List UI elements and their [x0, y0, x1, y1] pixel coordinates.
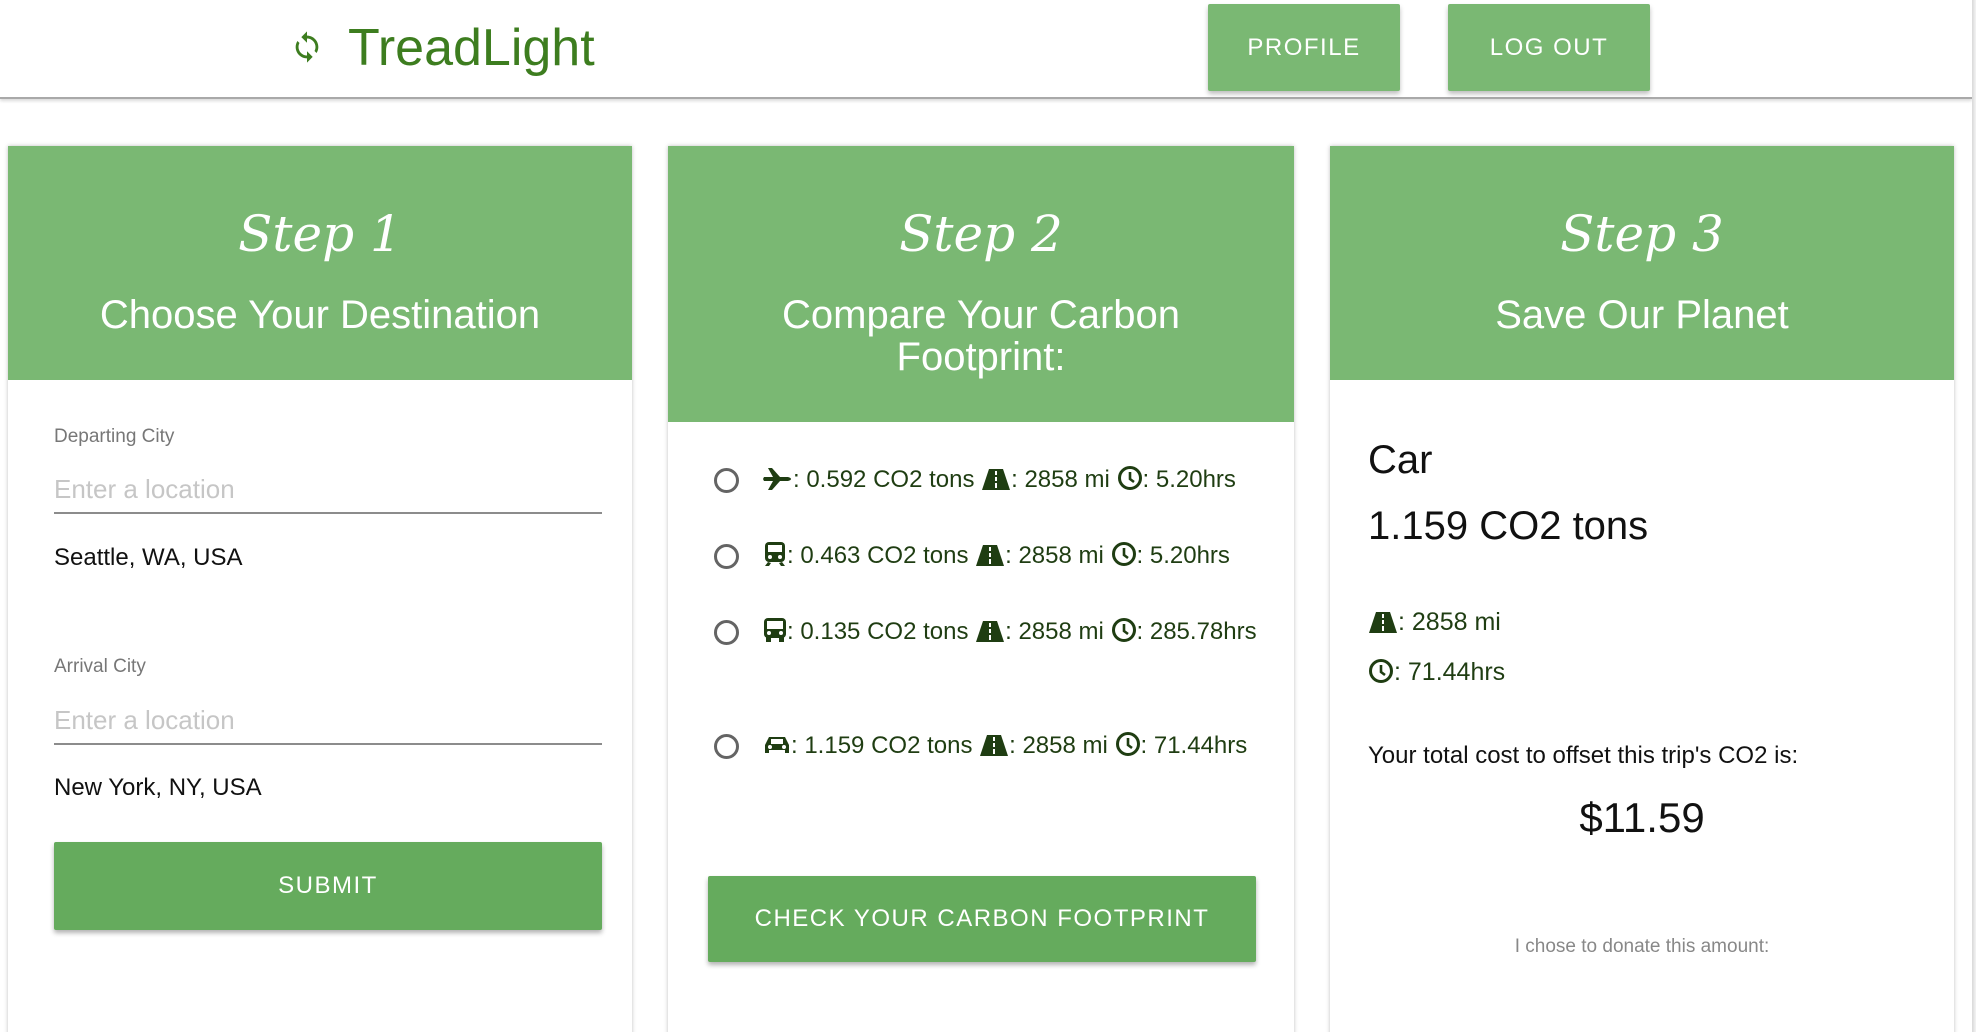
- step1-header: Step 1 Choose Your Destination: [8, 146, 632, 380]
- profile-button[interactable]: PROFILE: [1208, 4, 1400, 91]
- step2-header: Step 2 Compare Your Carbon Footprint:: [668, 146, 1294, 422]
- bus-icon: [764, 618, 786, 642]
- top-navbar: TreadLight PROFILE LOG OUT: [0, 0, 1972, 99]
- step3-card: Step 3 Save Our Planet Car 1.159 CO2 ton…: [1330, 146, 1954, 1032]
- car-time: : 71.44hrs: [1140, 732, 1248, 759]
- step1-number: Step 1: [238, 205, 402, 263]
- clock-icon: [1115, 732, 1140, 756]
- selected-mode: Car: [1368, 438, 1433, 482]
- app-logo-text[interactable]: TreadLight: [348, 18, 595, 78]
- road-icon: [976, 545, 1005, 566]
- step2-card: Step 2 Compare Your Carbon Footprint: : …: [668, 146, 1294, 1032]
- road-icon: [1369, 612, 1397, 633]
- selected-time: : 71.44hrs: [1394, 658, 1506, 686]
- train-co2: : 0.463 CO2 tons: [787, 542, 969, 569]
- arrival-city-label: Arrival City: [54, 656, 146, 677]
- road-icon: [976, 621, 1005, 642]
- option-car-text: : 1.159 CO2 tons : 2858 mi : 71.44hrs: [763, 726, 1266, 766]
- step1-title: Choose Your Destination: [99, 293, 541, 337]
- check-carbon-footprint-button[interactable]: CHECK YOUR CARBON FOOTPRINT: [708, 876, 1256, 962]
- clock-icon: [1111, 542, 1136, 566]
- step3-header: Step 3 Save Our Planet: [1330, 146, 1954, 380]
- train-time: : 5.20hrs: [1136, 542, 1230, 569]
- train-radio[interactable]: [714, 544, 739, 569]
- selected-co2: 1.159 CO2 tons: [1368, 504, 1649, 548]
- plane-radio[interactable]: [714, 468, 739, 493]
- plane-co2: : 0.592 CO2 tons: [793, 466, 975, 493]
- bus-distance: : 2858 mi: [1005, 618, 1104, 645]
- bus-co2: : 0.135 CO2 tons: [787, 618, 969, 645]
- submit-button[interactable]: SUBMIT: [54, 842, 602, 930]
- plane-time: : 5.20hrs: [1142, 466, 1236, 493]
- car-co2: : 1.159 CO2 tons: [791, 732, 973, 759]
- clock-icon: [1111, 618, 1136, 642]
- train-distance: : 2858 mi: [1005, 542, 1104, 569]
- step1-card: Step 1 Choose Your Destination Departing…: [8, 146, 632, 1032]
- road-icon: [982, 469, 1011, 490]
- refresh-icon: [295, 31, 319, 63]
- step2-number: Step 2: [899, 205, 1063, 263]
- step2-title: Compare Your Carbon Footprint:: [781, 293, 1181, 379]
- option-train-text: : 0.463 CO2 tons : 2858 mi : 5.20hrs: [763, 536, 1266, 576]
- car-icon: [765, 737, 789, 753]
- selected-distance-row: : 2858 mi: [1368, 608, 1501, 637]
- car-radio[interactable]: [714, 734, 739, 759]
- plane-icon: [763, 468, 791, 490]
- clock-icon: [1369, 659, 1393, 683]
- selected-distance: : 2858 mi: [1398, 608, 1501, 636]
- arrival-city-value: New York, NY, USA: [54, 774, 262, 801]
- road-icon: [980, 735, 1009, 756]
- plane-distance: : 2858 mi: [1011, 466, 1110, 493]
- option-plane-text: : 0.592 CO2 tons : 2858 mi : 5.20hrs: [763, 460, 1266, 500]
- offset-cost-value: $11.59: [1579, 794, 1705, 841]
- scrollbar-track[interactable]: [1972, 0, 1976, 1032]
- clock-icon: [1117, 466, 1142, 490]
- donate-label: I chose to donate this amount:: [1514, 936, 1770, 957]
- logout-button[interactable]: LOG OUT: [1448, 4, 1650, 91]
- offset-cost-label: Your total cost to offset this trip's CO…: [1368, 742, 1799, 769]
- departing-city-input[interactable]: [54, 466, 602, 514]
- bus-time: : 285.78hrs: [1136, 618, 1257, 645]
- selected-time-row: : 71.44hrs: [1368, 658, 1505, 687]
- step3-title: Save Our Planet: [1495, 293, 1789, 337]
- arrival-city-input[interactable]: [54, 697, 602, 745]
- departing-city-label: Departing City: [54, 426, 175, 447]
- train-icon: [765, 542, 785, 566]
- option-bus-text: : 0.135 CO2 tons : 2858 mi : 285.78hrs: [763, 612, 1266, 652]
- app-page: TreadLight PROFILE LOG OUT Step 1 Choose…: [0, 0, 1976, 1032]
- car-distance: : 2858 mi: [1009, 732, 1108, 759]
- bus-radio[interactable]: [714, 620, 739, 645]
- departing-city-value: Seattle, WA, USA: [54, 544, 243, 571]
- step3-number: Step 3: [1560, 205, 1724, 263]
